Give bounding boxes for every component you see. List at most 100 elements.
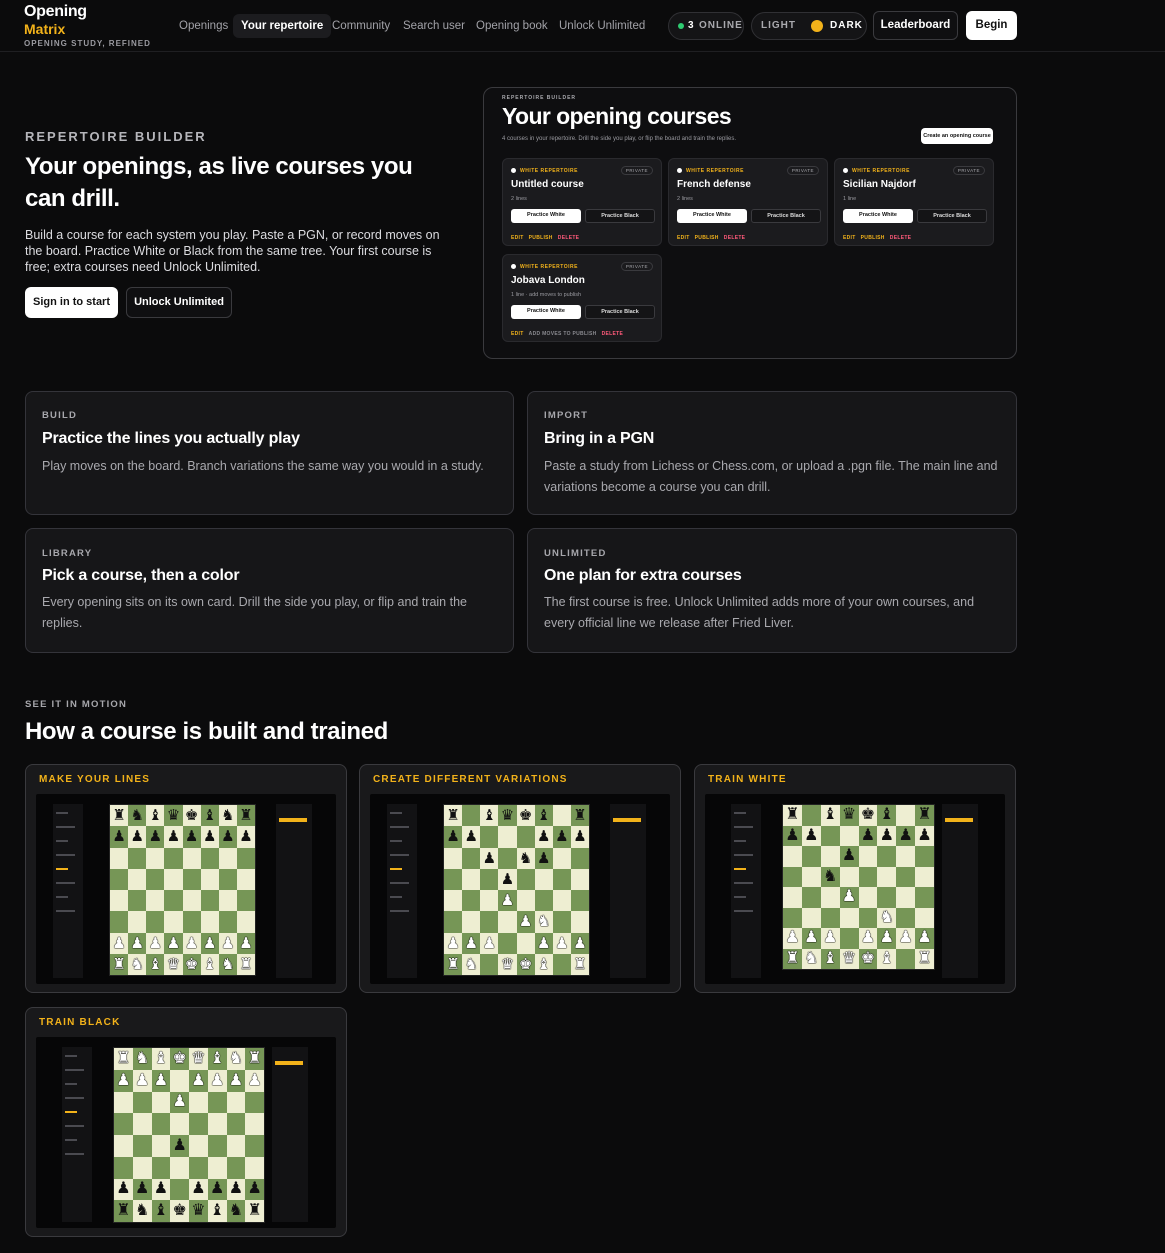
black-pawn-icon[interactable]: ♟ <box>537 851 550 866</box>
board-square[interactable] <box>132 1091 152 1114</box>
white-king-icon[interactable]: ♚ <box>172 1050 186 1067</box>
black-king-icon[interactable]: ♚ <box>172 1203 186 1219</box>
motion-clip-card[interactable]: TRAIN WHITE ♜ ♝ ♛ ♚ ♝ ♜ ♟ ♟ ♟ ♟ ♟ ♟ ♟ ♞ ♟ ♞ ♟ ♟ ♟ ♟ ♟ ♟ ♟ ♜ ♞ ♝ ♛ ♚ ♝… <box>694 764 1016 993</box>
white-bishop-icon[interactable]: ♝ <box>537 957 550 972</box>
board-square[interactable]: ♟ <box>839 887 859 908</box>
board-square[interactable]: ♜ <box>570 953 589 975</box>
white-knight-icon[interactable]: ♞ <box>130 957 143 972</box>
board-square[interactable] <box>480 890 499 912</box>
board-square[interactable] <box>189 1113 208 1135</box>
white-rook-icon[interactable]: ♜ <box>112 957 125 972</box>
white-pawn-icon[interactable]: ♟ <box>154 1072 168 1089</box>
course-edit-link[interactable]: EDIT <box>677 235 690 241</box>
black-queen-icon[interactable]: ♛ <box>842 807 856 823</box>
board-square[interactable] <box>570 890 589 912</box>
practice-white-button[interactable]: Practice White <box>511 305 581 319</box>
board-square[interactable] <box>896 866 916 887</box>
black-king-icon[interactable]: ♚ <box>861 807 875 823</box>
course-publish-link[interactable]: PUBLISH <box>695 235 719 241</box>
board-square[interactable]: ♚ <box>516 953 535 975</box>
board-square[interactable] <box>896 887 916 908</box>
course-publish-link[interactable]: PUBLISH <box>529 235 553 241</box>
nav-unlock-unlimited[interactable]: Unlock Unlimited <box>551 14 653 38</box>
board-square[interactable]: ♝ <box>820 948 840 969</box>
board-square[interactable] <box>570 911 589 933</box>
board-square[interactable]: ♞ <box>462 953 481 975</box>
board-square[interactable]: ♞ <box>801 948 821 969</box>
board-square[interactable] <box>132 1135 152 1157</box>
board-square[interactable]: ♟ <box>114 1069 133 1092</box>
leaderboard-button[interactable]: Leaderboard <box>873 11 958 40</box>
board-square[interactable] <box>480 826 499 848</box>
black-pawn-icon[interactable]: ♟ <box>537 829 550 844</box>
board-square[interactable] <box>218 911 237 933</box>
board-square[interactable] <box>552 953 571 975</box>
white-pawn-icon[interactable]: ♟ <box>116 1072 130 1089</box>
board-square[interactable]: ♟ <box>128 826 147 848</box>
white-knight-icon[interactable]: ♞ <box>880 909 894 926</box>
board-square[interactable]: ♟ <box>783 825 802 846</box>
white-pawn-icon[interactable]: ♟ <box>804 930 818 946</box>
unlock-unlimited-button[interactable]: Unlock Unlimited <box>126 287 232 318</box>
board-square[interactable] <box>132 1156 152 1179</box>
board-square[interactable]: ♟ <box>236 932 255 954</box>
board-square[interactable] <box>534 890 553 912</box>
board-square[interactable]: ♝ <box>200 953 219 975</box>
board-square[interactable]: ♞ <box>132 1200 152 1222</box>
board-square[interactable]: ♞ <box>516 847 535 869</box>
board-square[interactable]: ♟ <box>444 932 463 954</box>
board-square[interactable] <box>182 911 201 933</box>
board-square[interactable]: ♟ <box>570 826 589 848</box>
board-square[interactable] <box>128 868 147 890</box>
board-square[interactable] <box>462 805 481 827</box>
board-square[interactable]: ♟ <box>218 826 237 848</box>
board-square[interactable]: ♟ <box>516 911 535 933</box>
black-bishop-icon[interactable]: ♝ <box>483 808 496 823</box>
board-square[interactable] <box>226 1135 246 1157</box>
board-square[interactable]: ♟ <box>858 825 878 846</box>
white-pawn-icon[interactable]: ♟ <box>823 930 837 946</box>
board-square[interactable] <box>146 890 165 912</box>
white-rook-icon[interactable]: ♜ <box>239 957 252 972</box>
black-pawn-icon[interactable]: ♟ <box>154 1181 168 1197</box>
board-square[interactable]: ♞ <box>128 953 147 975</box>
black-knight-icon[interactable]: ♞ <box>135 1203 149 1219</box>
white-pawn-icon[interactable]: ♟ <box>785 930 799 946</box>
board-square[interactable] <box>552 890 571 912</box>
board-square[interactable] <box>462 847 481 869</box>
board-square[interactable]: ♟ <box>170 1135 189 1157</box>
black-pawn-icon[interactable]: ♟ <box>203 829 216 844</box>
board-square[interactable]: ♝ <box>877 805 897 826</box>
board-square[interactable] <box>182 890 201 912</box>
board-square[interactable]: ♟ <box>820 928 840 949</box>
white-pawn-icon[interactable]: ♟ <box>203 936 216 951</box>
board-square[interactable] <box>498 826 517 848</box>
board-square[interactable] <box>189 1156 208 1179</box>
board-square[interactable] <box>516 890 535 912</box>
brand-logo-line2[interactable]: Matrix <box>24 21 65 37</box>
board-square[interactable]: ♟ <box>151 1178 171 1201</box>
board-square[interactable]: ♝ <box>534 805 553 827</box>
black-knight-icon[interactable]: ♞ <box>130 808 143 823</box>
board-square[interactable] <box>801 805 821 826</box>
board-square[interactable] <box>151 1113 171 1135</box>
board-square[interactable] <box>200 847 219 869</box>
black-bishop-icon[interactable]: ♝ <box>154 1203 168 1219</box>
board-square[interactable]: ♟ <box>189 1178 208 1201</box>
black-rook-icon[interactable]: ♜ <box>112 808 125 823</box>
white-rook-icon[interactable]: ♜ <box>116 1050 130 1067</box>
white-pawn-icon[interactable]: ♟ <box>239 936 252 951</box>
board-square[interactable]: ♜ <box>114 1048 133 1070</box>
black-pawn-icon[interactable]: ♟ <box>555 829 568 844</box>
board-square[interactable] <box>552 847 571 869</box>
board-square[interactable] <box>128 911 147 933</box>
white-king-icon[interactable]: ♚ <box>861 950 875 967</box>
board-square[interactable] <box>245 1113 264 1135</box>
course-edit-link[interactable]: EDIT <box>843 235 856 241</box>
board-square[interactable]: ♚ <box>858 805 878 826</box>
nav-opening-book[interactable]: Opening book <box>468 14 556 38</box>
board-square[interactable]: ♛ <box>839 948 859 969</box>
board-square[interactable]: ♟ <box>534 932 553 954</box>
white-bishop-icon[interactable]: ♝ <box>203 957 216 972</box>
black-rook-icon[interactable]: ♜ <box>247 1203 261 1219</box>
